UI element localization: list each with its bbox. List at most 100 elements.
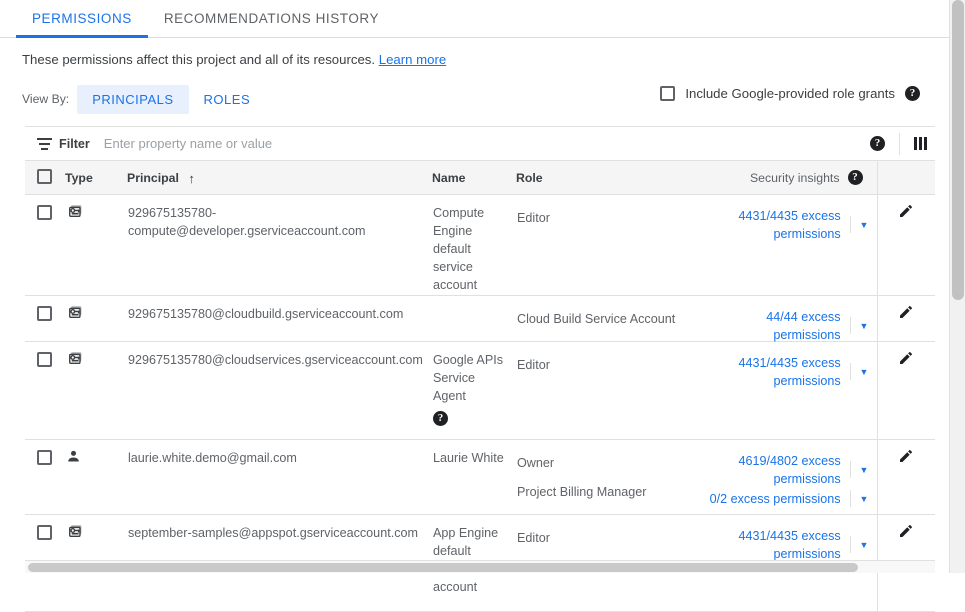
row-principal-cell: laurie.white.demo@gmail.com <box>127 440 432 515</box>
row-name-cell: Compute Engine default service account <box>432 195 516 296</box>
sort-ascending-icon: ↑ <box>188 172 195 185</box>
chevron-down-icon[interactable]: ▼ <box>860 216 876 234</box>
role-label: Project Billing Manager <box>517 478 695 507</box>
divider <box>899 133 900 155</box>
vertical-scrollbar-thumb[interactable] <box>952 0 964 300</box>
view-by-principals-button[interactable]: PRINCIPALS <box>77 85 188 114</box>
column-header-name[interactable]: Name <box>432 161 516 195</box>
select-all-checkbox[interactable] <box>37 169 52 184</box>
chevron-down-icon[interactable]: ▼ <box>860 490 876 508</box>
tab-recommendations-history[interactable]: RECOMMENDATIONS HISTORY <box>148 0 395 37</box>
row-name-cell: Google APIs Service Agent? <box>432 342 516 440</box>
description-text: These permissions affect this project an… <box>0 38 965 69</box>
pencil-icon[interactable] <box>898 203 914 224</box>
help-icon[interactable]: ? <box>905 86 920 101</box>
row-type-cell <box>65 296 127 342</box>
select-all-header <box>25 161 65 195</box>
user-icon <box>66 449 81 469</box>
pencil-icon[interactable] <box>898 448 914 469</box>
table-row[interactable]: 929675135780@cloudbuild.gserviceaccount.… <box>25 296 935 342</box>
row-principal-cell: 929675135780-compute@developer.gservicea… <box>127 195 432 296</box>
excess-permissions-link[interactable]: 4431/4435 excess permissions <box>697 527 841 563</box>
excess-permissions-link[interactable]: 4431/4435 excess permissions <box>697 354 841 390</box>
row-security-insights-cell: 4619/4802 excess permissions ▼ 0/2 excess … <box>696 440 877 515</box>
service-account-icon <box>66 524 83 544</box>
pencil-icon[interactable] <box>898 350 914 371</box>
service-account-icon <box>66 204 83 224</box>
table-row[interactable]: 929675135780@cloudservices.gserviceaccou… <box>25 342 935 440</box>
role-label: Owner <box>517 449 695 478</box>
table-body: 929675135780-compute@developer.gservicea… <box>25 195 935 612</box>
security-insight-row: 4431/4435 excess permissions▼ <box>697 357 876 386</box>
row-checkbox[interactable] <box>37 306 52 321</box>
row-principal-cell: 929675135780@cloudbuild.gserviceaccount.… <box>127 296 432 342</box>
security-insight-row: 4431/4435 excess permissions▼ <box>697 530 876 559</box>
row-principal-cell: 929675135780@cloudservices.gserviceaccou… <box>127 342 432 440</box>
excess-permissions-link[interactable]: 44/44 excess permissions <box>697 308 841 344</box>
row-checkbox[interactable] <box>37 352 52 367</box>
row-role-cell: Editor <box>516 195 696 296</box>
filter-label: Filter <box>59 137 90 151</box>
security-insight-row: 44/44 excess permissions▼ <box>697 311 876 340</box>
column-header-role[interactable]: Role <box>516 161 696 195</box>
chevron-down-icon[interactable]: ▼ <box>860 363 876 381</box>
table-row[interactable]: 929675135780-compute@developer.gservicea… <box>25 195 935 296</box>
chevron-down-icon[interactable]: ▼ <box>860 461 876 479</box>
row-select-cell <box>25 440 65 515</box>
table-header: Type Principal ↑ Name Role Security insi… <box>25 161 935 195</box>
table-header-row: Type Principal ↑ Name Role Security insi… <box>25 161 935 195</box>
horizontal-scrollbar[interactable] <box>25 560 935 573</box>
help-icon[interactable]: ? <box>848 170 863 185</box>
row-type-cell <box>65 342 127 440</box>
name-text: Laurie White <box>433 449 508 467</box>
description-sentence: These permissions affect this project an… <box>22 52 375 67</box>
columns-icon[interactable] <box>914 137 927 150</box>
tab-recommendations-history-label: RECOMMENDATIONS HISTORY <box>164 11 379 26</box>
security-insight-row: 4431/4435 excess permissions▼ <box>697 210 876 239</box>
table-row[interactable]: laurie.white.demo@gmail.com Laurie White O… <box>25 440 935 515</box>
row-security-insights-cell: 4431/4435 excess permissions ▼ <box>696 195 877 296</box>
filter-bar-actions: ? <box>860 133 927 155</box>
row-name-cell <box>432 296 516 342</box>
column-header-principal-label: Principal <box>127 171 179 185</box>
row-select-cell <box>25 296 65 342</box>
divider <box>850 216 851 233</box>
service-account-icon <box>66 351 83 371</box>
chevron-down-icon[interactable]: ▼ <box>860 536 876 554</box>
column-header-principal[interactable]: Principal ↑ <box>127 161 432 195</box>
row-edit-cell <box>877 195 935 296</box>
permissions-table: Type Principal ↑ Name Role Security insi… <box>25 161 935 612</box>
include-google-provided-checkbox[interactable] <box>660 86 675 101</box>
row-checkbox[interactable] <box>37 450 52 465</box>
excess-permissions-link[interactable]: 0/2 excess permissions <box>710 490 841 508</box>
role-label: Editor <box>517 524 695 553</box>
vertical-scrollbar[interactable] <box>949 0 965 573</box>
chevron-down-icon[interactable]: ▼ <box>860 317 876 335</box>
role-label: Editor <box>517 351 695 380</box>
name-text: Google APIs Service Agent <box>433 351 508 405</box>
help-icon[interactable]: ? <box>870 136 885 151</box>
service-account-icon <box>66 305 83 325</box>
pencil-icon[interactable] <box>898 523 914 544</box>
view-by-row: View By: PRINCIPALS ROLES Include Google… <box>0 69 965 115</box>
excess-permissions-link[interactable]: 4619/4802 excess permissions <box>697 452 841 488</box>
tab-permissions-label: PERMISSIONS <box>32 11 132 26</box>
learn-more-link[interactable]: Learn more <box>379 52 446 67</box>
row-checkbox[interactable] <box>37 525 52 540</box>
filter-input[interactable] <box>102 135 860 152</box>
tab-permissions[interactable]: PERMISSIONS <box>16 0 148 37</box>
divider <box>850 317 851 334</box>
excess-permissions-link[interactable]: 4431/4435 excess permissions <box>697 207 841 243</box>
principal-text: laurie.white.demo@gmail.com <box>128 451 297 465</box>
divider <box>850 490 851 507</box>
pencil-icon[interactable] <box>898 304 914 325</box>
row-role-cell: OwnerProject Billing Manager <box>516 440 696 515</box>
name-text: Compute Engine default service account <box>433 204 508 294</box>
row-type-cell <box>65 440 127 515</box>
row-checkbox[interactable] <box>37 205 52 220</box>
horizontal-scrollbar-thumb[interactable] <box>28 563 858 572</box>
column-header-type[interactable]: Type <box>65 161 127 195</box>
role-label: Editor <box>517 204 695 233</box>
help-icon[interactable]: ? <box>433 411 448 426</box>
view-by-roles-button[interactable]: ROLES <box>189 85 266 114</box>
